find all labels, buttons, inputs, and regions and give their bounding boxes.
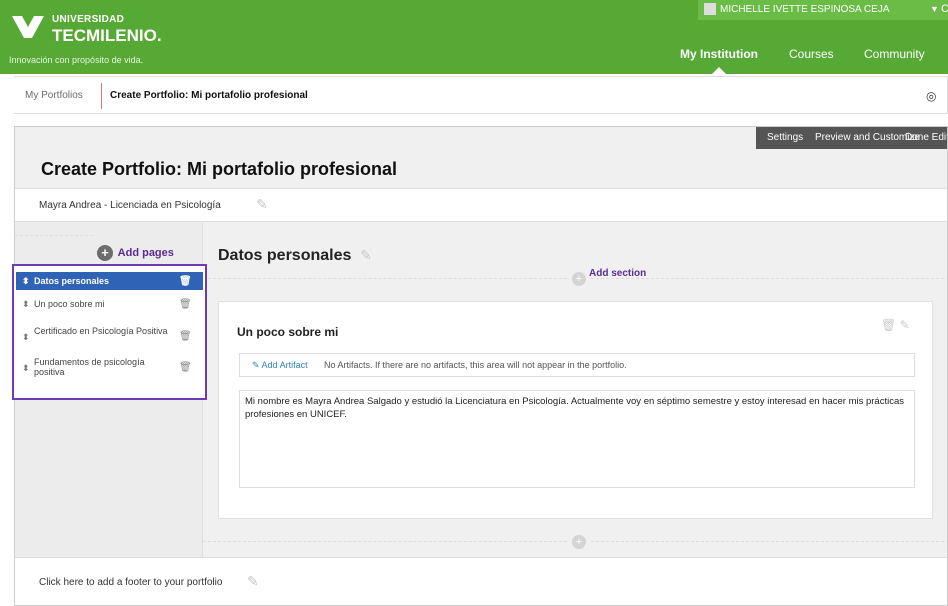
done-editing-button[interactable]: Done Editing <box>905 132 947 143</box>
page-title-label: Un poco sobre mi <box>34 299 105 309</box>
page-title: Create Portfolio: Mi portafolio profesio… <box>41 159 398 179</box>
active-tab-indicator <box>712 67 726 74</box>
settings-button[interactable]: Settings <box>767 132 803 143</box>
add-section-icon[interactable]: + <box>572 272 586 286</box>
page-content: Datos personales ✎ + Add section Un poco… <box>203 223 947 557</box>
section-actions: 🗑 ✎ <box>881 318 910 332</box>
add-section-bottom-icon[interactable]: + <box>572 535 586 549</box>
portfolio-subtitle-bar: Mayra Andrea - Licenciada en Psicología … <box>15 188 947 222</box>
artifacts-area: ✎ Add Artifact No Artifacts. If there ar… <box>239 353 915 377</box>
list-item[interactable]: ⬍ Certificado en Psicología Positiva 🗑 <box>16 323 203 351</box>
list-item[interactable]: ⬍ Fundamentos de psicología positiva 🗑 <box>16 354 203 382</box>
add-pages-button[interactable]: + Add pages <box>97 245 174 261</box>
university-label: UNIVERSIDAD <box>52 14 125 25</box>
divider <box>591 541 947 542</box>
list-item[interactable]: ⬍ Un poco sobre mi 🗑 <box>16 294 203 316</box>
add-section-button[interactable]: Add section <box>589 268 646 279</box>
divider <box>203 541 567 542</box>
section-card: Un poco sobre mi 🗑 ✎ ✎ Add Artifact No A… <box>218 301 933 519</box>
add-pages-label: Add pages <box>117 246 174 259</box>
divider <box>203 278 567 279</box>
tab-community[interactable]: Community <box>864 47 925 61</box>
list-item[interactable]: ⬍ Datos personales 🗑 <box>16 272 203 290</box>
artifact-empty-message: No Artifacts. If there are no artifacts,… <box>324 360 627 370</box>
university-name: TECMILENIO. <box>52 26 162 45</box>
avatar <box>704 3 716 15</box>
tab-courses[interactable]: Courses <box>789 47 834 61</box>
breadcrumb-current-page: Create Portfolio: Mi portafolio profesio… <box>110 90 308 101</box>
user-name: MICHELLE IVETTE ESPINOSA CEJA <box>720 4 890 15</box>
add-footer-prompt[interactable]: Click here to add a footer to your portf… <box>39 577 222 588</box>
user-menu[interactable]: MICHELLE IVETTE ESPINOSA CEJA ▼ C <box>698 0 948 20</box>
section-body-text[interactable]: Mi nombre es Mayra Andrea Salgado y estu… <box>245 395 909 421</box>
drag-handle-icon[interactable]: ⬍ <box>22 299 30 310</box>
pencil-icon[interactable]: ✎ <box>247 573 259 590</box>
pencil-icon[interactable]: ✎ <box>360 247 372 264</box>
pages-list: ⬍ Datos personales 🗑 ⬍ Un poco sobre mi … <box>12 264 207 400</box>
pencil-icon[interactable]: ✎ <box>256 196 268 213</box>
drag-handle-icon[interactable]: ⬍ <box>22 276 30 287</box>
plus-circle-icon: + <box>97 245 113 261</box>
chevron-down-icon[interactable]: ▼ <box>930 4 939 14</box>
divider <box>15 235 93 236</box>
page-title-label: Fundamentos de psicología positiva <box>34 357 145 377</box>
trash-icon[interactable]: 🗑 <box>881 318 896 332</box>
trash-icon[interactable]: 🗑 <box>179 331 192 342</box>
section-page-title: Datos personales <box>218 247 352 264</box>
settings-circle-icon[interactable]: ◎ <box>926 89 936 103</box>
pencil-icon[interactable]: ✎ <box>900 318 910 332</box>
user-extra-control[interactable]: C <box>941 3 948 15</box>
university-logo-icon <box>12 16 44 38</box>
editor-toolbar: Settings Preview and Customize Done Edit… <box>756 127 947 149</box>
trash-icon[interactable]: 🗑 <box>179 362 192 373</box>
university-tagline: Innovación con propósito de vida. <box>9 55 144 65</box>
page-title-label: Datos personales <box>34 276 110 286</box>
section-text-editor[interactable]: Mi nombre es Mayra Andrea Salgado y estu… <box>239 390 915 488</box>
breadcrumb-separator <box>101 83 102 109</box>
drag-handle-icon[interactable]: ⬍ <box>22 332 30 343</box>
drag-handle-icon[interactable]: ⬍ <box>22 363 30 374</box>
trash-icon[interactable]: 🗑 <box>179 276 192 287</box>
header: UNIVERSIDAD TECMILENIO. Innovación con p… <box>0 0 948 74</box>
breadcrumb-my-portfolios[interactable]: My Portfolios <box>25 90 83 101</box>
add-artifact-label: Add Artifact <box>261 360 308 370</box>
portfolio-footer[interactable]: Click here to add a footer to your portf… <box>15 557 947 605</box>
tab-my-institution[interactable]: My Institution <box>680 47 758 61</box>
add-artifact-link[interactable]: ✎ Add Artifact <box>252 360 308 371</box>
breadcrumb: My Portfolios Create Portfolio: Mi porta… <box>14 76 948 114</box>
page-title-label: Certificado en Psicología Positiva <box>34 326 168 336</box>
portfolio-subtitle[interactable]: Mayra Andrea - Licenciada en Psicología <box>39 200 221 211</box>
section-title: Un poco sobre mi <box>237 325 339 339</box>
trash-icon[interactable]: 🗑 <box>179 299 192 310</box>
